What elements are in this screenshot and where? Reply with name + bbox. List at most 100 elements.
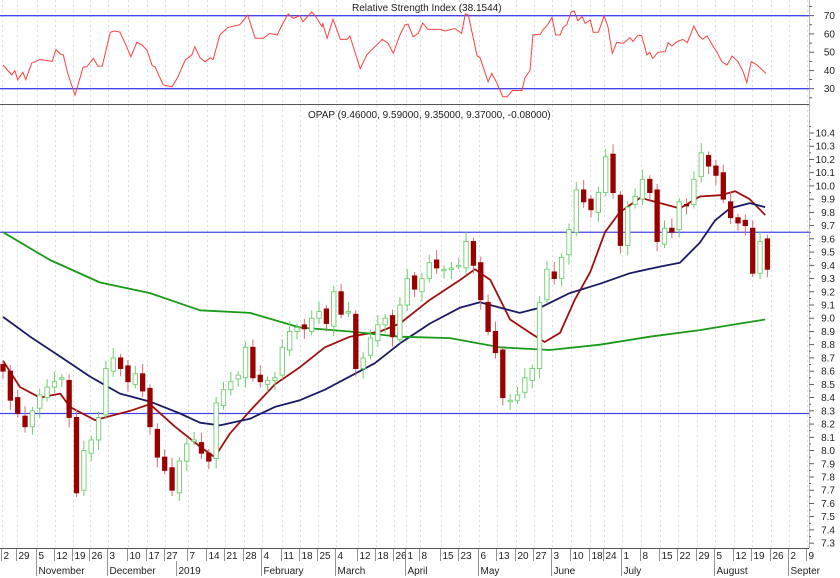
candle-down — [728, 201, 734, 219]
month-label: May — [481, 566, 500, 577]
candle-up — [536, 301, 543, 369]
x-tick-label: 3 — [110, 551, 116, 562]
x-tick-label: 25 — [320, 551, 332, 562]
rsi-tick-label: 60 — [824, 29, 836, 40]
candle-up — [95, 416, 102, 441]
price-tick-label: 7.5 — [821, 512, 835, 523]
candle-down — [705, 155, 712, 167]
price-tick-label: 7.4 — [821, 525, 835, 536]
candle-up — [595, 192, 602, 213]
price-tick-label: 8.4 — [821, 393, 835, 404]
month-label: December — [110, 566, 157, 577]
x-tick-label: 10 — [130, 551, 142, 562]
candle-up — [103, 368, 109, 416]
month-label: Septer — [791, 566, 821, 577]
candle-up — [59, 377, 65, 380]
x-tick-label: 28 — [246, 551, 258, 562]
candle-up — [184, 443, 190, 462]
x-tick-label: 9 — [809, 551, 815, 562]
candle-down — [610, 153, 616, 193]
x-tick-label: 15 — [443, 551, 455, 562]
month-label: 2019 — [179, 566, 202, 577]
candle-up — [757, 241, 763, 274]
price-tick-label: 9.5 — [821, 248, 835, 259]
candle-down — [735, 217, 741, 224]
candle-down — [250, 346, 256, 379]
candle-up — [676, 201, 682, 231]
candle-up — [456, 264, 462, 268]
price-tick-label: 10.2 — [816, 155, 836, 166]
x-tick-label: 27 — [536, 551, 548, 562]
candle-down — [434, 259, 440, 269]
candle-down — [647, 178, 653, 193]
month-label: March — [338, 566, 366, 577]
price-tick-label: 9.0 — [821, 314, 835, 325]
candle-up — [176, 460, 183, 494]
candle-up — [331, 291, 337, 327]
x-tick-label: 10 — [573, 551, 585, 562]
candle-up — [81, 450, 87, 491]
candle-up — [360, 357, 366, 369]
x-tick-label: 19 — [75, 551, 87, 562]
candle-down — [478, 262, 484, 301]
x-tick-label: 6 — [481, 551, 487, 562]
candle-up — [558, 256, 565, 279]
candle-up — [573, 189, 579, 233]
candle-up — [367, 337, 374, 356]
candle-down — [485, 301, 491, 332]
candle-down — [551, 271, 557, 279]
candle-up — [309, 317, 315, 332]
x-tick-label: 20 — [518, 551, 530, 562]
x-tick-label: 12 — [360, 551, 372, 562]
rsi-tick-label: 50 — [824, 48, 836, 59]
candle-up — [404, 278, 410, 306]
month-label: April — [408, 566, 428, 577]
x-tick-label: 4 — [338, 551, 344, 562]
price-title: OPAP (9.46000, 9.59000, 9.35000, 9.37000… — [308, 110, 551, 121]
candle-up — [294, 327, 300, 332]
candle-up — [213, 402, 219, 459]
price-tick-label: 9.2 — [821, 287, 835, 298]
price-tick-label: 9.6 — [821, 234, 835, 245]
candle-up — [661, 227, 668, 245]
price-tick-label: 8.5 — [821, 380, 835, 391]
price-tick-label: 8.8 — [821, 340, 835, 351]
candle-down — [742, 219, 749, 227]
candle-up — [279, 346, 285, 376]
candle-up — [426, 262, 432, 279]
candle-up — [463, 241, 469, 269]
candle-up — [507, 399, 513, 403]
x-tick-label: 18 — [302, 551, 314, 562]
candle-down — [713, 165, 719, 176]
candle-down — [0, 364, 6, 372]
candle-up — [110, 357, 116, 372]
x-tick-label: 11 — [284, 551, 295, 562]
candle-down — [654, 189, 660, 242]
candle-down — [66, 379, 72, 418]
candle-up — [345, 311, 352, 314]
candle-up — [235, 374, 241, 380]
price-tick-label: 9.7 — [821, 221, 835, 232]
price-tick-label: 9.4 — [821, 261, 835, 272]
price-tick-label: 10.3 — [816, 142, 836, 153]
price-tick-label: 8.2 — [821, 420, 835, 431]
candle-up — [29, 410, 36, 428]
x-tick-label: 5 — [39, 551, 45, 562]
month-label: June — [554, 566, 576, 577]
x-tick-label: 7 — [190, 551, 196, 562]
x-tick-label: 26 — [773, 551, 785, 562]
candle-down — [162, 456, 168, 471]
x-tick-label: 17 — [149, 551, 161, 562]
candle-down — [683, 203, 690, 207]
candle-up — [448, 267, 454, 270]
month-label: July — [624, 566, 642, 577]
x-tick-label: 29 — [699, 551, 711, 562]
price-tick-label: 10.1 — [816, 168, 836, 179]
candle-down — [353, 313, 359, 369]
candle-up — [566, 229, 572, 256]
candle-up — [44, 386, 50, 399]
x-tick-label: 4 — [264, 551, 270, 562]
x-tick-label: 5 — [717, 551, 723, 562]
candle-down — [338, 291, 344, 315]
candle-up — [632, 196, 638, 205]
